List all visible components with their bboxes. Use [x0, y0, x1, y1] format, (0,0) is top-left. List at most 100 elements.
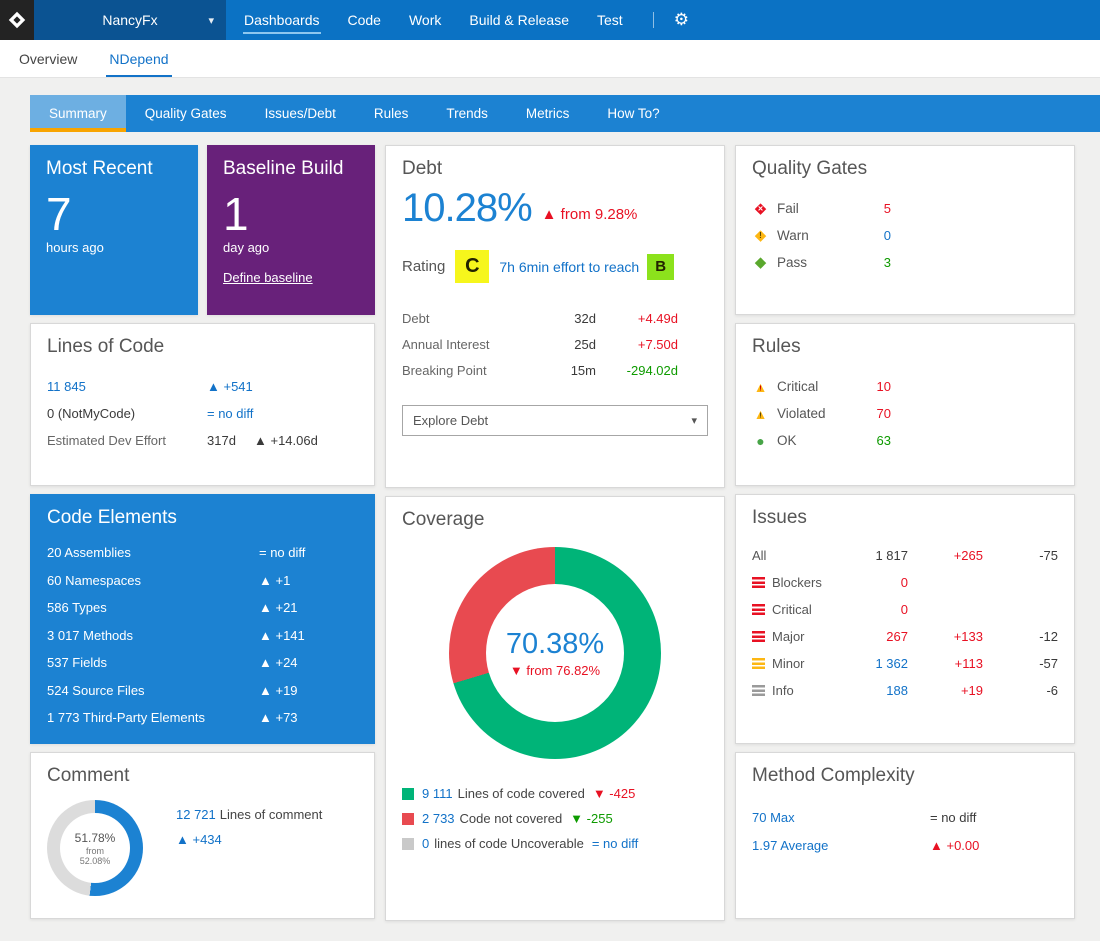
element-diff: ▲ +1 [259, 573, 290, 588]
issue-count[interactable]: 0 [850, 575, 908, 590]
code-elements-card: Code Elements 20 Assemblies = no diff 60… [30, 494, 375, 744]
table-row: ▲! Violated 70 [752, 400, 1058, 427]
tab-ndepend[interactable]: NDepend [106, 40, 171, 77]
loc-value-link[interactable]: 11 845 [47, 379, 207, 394]
issue-count[interactable]: 267 [850, 629, 908, 644]
element-count[interactable]: 586 Types [47, 600, 259, 615]
issue-count[interactable]: 1 362 [850, 656, 908, 671]
element-count[interactable]: 524 Source Files [47, 683, 259, 698]
issue-removed: -6 [983, 683, 1058, 698]
comment-donut-center: 51.78% from 52.08% [60, 813, 130, 883]
nav-test[interactable]: Test [583, 0, 637, 40]
debt-card: Debt 10.28% ▲ from 9.28% Rating C 7h 6mi… [385, 145, 725, 488]
quality-gate-count[interactable]: 3 [861, 255, 891, 270]
coverage-trend: ▼ from 76.82% [510, 663, 600, 678]
table-row: 524 Source Files ▲ +19 [47, 677, 358, 705]
table-row: 1.97 Average ▲ +0.00 [752, 831, 1058, 859]
complexity-average-link[interactable]: 1.97 Average [752, 838, 930, 853]
table-row: ▲! Critical 10 [752, 373, 1058, 400]
minor-severity-icon [752, 658, 765, 669]
gear-icon[interactable]: ⚙ [674, 0, 689, 40]
quality-gate-count[interactable]: 0 [861, 228, 891, 243]
tile-row: Most Recent 7 hours ago Baseline Build 1… [30, 145, 375, 315]
comment-count-link[interactable]: 12 721 [176, 807, 216, 822]
issue-count[interactable]: 188 [850, 683, 908, 698]
define-baseline-link[interactable]: Define baseline [223, 270, 313, 285]
card-title: Coverage [386, 497, 724, 531]
vsts-logo[interactable] [0, 0, 34, 40]
legend-value-link[interactable]: 0 [422, 836, 429, 851]
element-count[interactable]: 3 017 Methods [47, 628, 259, 643]
element-count[interactable]: 20 Assemblies [47, 545, 259, 560]
tab-overview[interactable]: Overview [16, 40, 80, 77]
comment-line: 12 721Lines of comment [176, 807, 322, 822]
dashboard-content: Most Recent 7 hours ago Baseline Build 1… [30, 145, 1100, 929]
element-count[interactable]: 60 Namespaces [47, 573, 259, 588]
debt-row-diff: +7.50d [596, 337, 678, 352]
left-column: Most Recent 7 hours ago Baseline Build 1… [30, 145, 375, 929]
project-name: NancyFx [102, 12, 157, 28]
quality-gate-count[interactable]: 5 [861, 201, 891, 216]
rules-count[interactable]: 10 [861, 379, 891, 394]
legend-label: Lines of code covered [458, 786, 585, 801]
most-recent-value: 7 [46, 190, 182, 238]
issue-removed: -75 [983, 548, 1058, 563]
nav-code[interactable]: Code [334, 0, 395, 40]
coverage-card: Coverage 70.38% ▼ from 76.82% 9 111 Line… [385, 496, 725, 921]
issues-card: Issues All 1 817 +265 -75 Blockers 0 Cri… [735, 494, 1075, 744]
project-selector[interactable]: NancyFx ▾ [34, 0, 226, 40]
tab-issues-debt[interactable]: Issues/Debt [246, 95, 355, 132]
rules-count[interactable]: 70 [861, 406, 891, 421]
tab-trends[interactable]: Trends [427, 95, 507, 132]
debt-row-value: 25d [544, 337, 596, 352]
legend-row: 9 111 Lines of code covered ▼ -425 [402, 781, 724, 806]
rules-card: Rules ▲! Critical 10 ▲! Violated 70 ● OK… [735, 323, 1075, 486]
tab-metrics[interactable]: Metrics [507, 95, 589, 132]
tab-quality-gates[interactable]: Quality Gates [126, 95, 246, 132]
legend-value-link[interactable]: 2 733 [422, 811, 455, 826]
debt-percent-link[interactable]: 10.28% [402, 188, 532, 228]
nav-dashboards[interactable]: Dashboards [230, 0, 334, 40]
nav-build-release[interactable]: Build & Release [455, 0, 583, 40]
lines-of-code-rows: 11 845 ▲ +541 0 (NotMyCode) = no diff Es… [47, 373, 358, 454]
baseline-build-caption: day ago [223, 240, 359, 255]
explore-debt-button[interactable]: Explore Debt ▾ [402, 405, 708, 436]
element-count[interactable]: 537 Fields [47, 655, 259, 670]
issue-label: Critical [752, 602, 850, 617]
rating-badge-target[interactable]: B [647, 254, 674, 280]
issue-count[interactable]: 0 [850, 602, 908, 617]
top-bar: NancyFx ▾ Dashboards Code Work Build & R… [0, 0, 1100, 40]
comment-card: Comment 51.78% from 52.08% 12 721Lines o… [30, 752, 375, 919]
element-diff: ▲ +21 [259, 600, 298, 615]
table-row: 20 Assemblies = no diff [47, 539, 358, 567]
complexity-max-link[interactable]: 70 Max [752, 810, 930, 825]
legend-value-link[interactable]: 9 111 [422, 786, 453, 801]
pivot-tab-bar: Summary Quality Gates Issues/Debt Rules … [30, 95, 1100, 132]
tab-how-to[interactable]: How To? [588, 95, 678, 132]
rules-count[interactable]: 63 [861, 433, 891, 448]
tab-summary[interactable]: Summary [30, 95, 126, 132]
table-row: ◆× Fail 5 [752, 195, 1058, 222]
not-covered-swatch-icon [402, 813, 414, 825]
comment-info: 12 721Lines of comment ▲ +434 [176, 800, 322, 847]
effort-to-reach-link[interactable]: 7h 6min effort to reach [499, 259, 639, 275]
most-recent-card: Most Recent 7 hours ago [30, 145, 198, 315]
comment-from-value: 52.08% [80, 856, 111, 866]
issues-rows: All 1 817 +265 -75 Blockers 0 Critical 0 [752, 542, 1058, 704]
legend-diff: ▼ -425 [593, 786, 636, 801]
issue-count[interactable]: 1 817 [850, 548, 908, 563]
debt-row-label: Annual Interest [402, 337, 544, 352]
issue-added: +265 [908, 548, 983, 563]
rating-badge-current[interactable]: C [455, 250, 489, 283]
element-count[interactable]: 1 773 Third-Party Elements [47, 710, 259, 725]
issue-label: Blockers [752, 575, 850, 590]
nav-work[interactable]: Work [395, 0, 455, 40]
top-nav: Dashboards Code Work Build & Release Tes… [230, 0, 637, 40]
issue-added: +133 [908, 629, 983, 644]
comment-diff: ▲ +434 [176, 832, 322, 847]
debt-row-value: 32d [544, 311, 596, 326]
critical-warning-icon: ▲! [752, 380, 769, 394]
rules-label: Critical [777, 379, 861, 394]
tab-rules[interactable]: Rules [355, 95, 428, 132]
element-diff: ▲ +19 [259, 683, 298, 698]
